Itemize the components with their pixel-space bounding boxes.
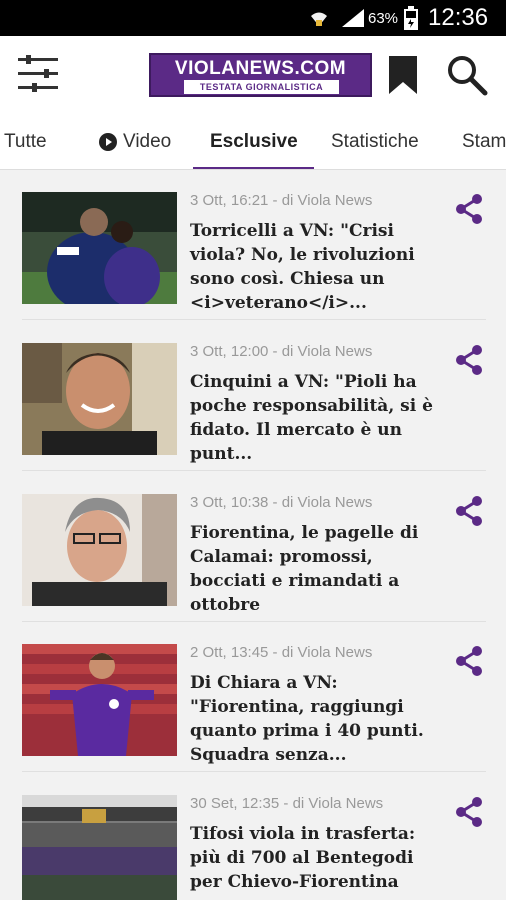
battery-icon bbox=[403, 0, 419, 36]
article-thumbnail[interactable] bbox=[22, 343, 177, 455]
logo-title: VIOLANEWS.COM bbox=[174, 58, 347, 79]
tab-label: Statistiche bbox=[331, 131, 419, 152]
share-icon[interactable] bbox=[452, 494, 486, 528]
logo-subtitle: TESTATA GIORNALISTICA bbox=[184, 80, 339, 94]
app-bar: VIOLANEWS.COM TESTATA GIORNALISTICA bbox=[0, 36, 506, 114]
violanews-logo[interactable]: VIOLANEWS.COM TESTATA GIORNALISTICA bbox=[149, 53, 372, 97]
article-title[interactable]: Torricelli a VN: "Crisi viola? No, le ri… bbox=[190, 219, 450, 315]
article-item[interactable]: 2 Ott, 13:45 - di Viola News Di Chiara a… bbox=[0, 622, 506, 772]
share-icon[interactable] bbox=[452, 795, 486, 829]
article-meta: 30 Set, 12:35 - di Viola News bbox=[190, 795, 384, 812]
tab-label: Stam bbox=[462, 131, 506, 152]
article-thumbnail[interactable] bbox=[22, 494, 177, 606]
share-icon[interactable] bbox=[452, 192, 486, 226]
article-meta: 3 Ott, 16:21 - di Viola News bbox=[190, 192, 373, 209]
share-icon[interactable] bbox=[452, 644, 486, 678]
menu-icon[interactable] bbox=[16, 54, 62, 94]
tab-tutte[interactable]: Tutte bbox=[4, 114, 47, 169]
battery-percent: 63% bbox=[368, 9, 399, 27]
article-item[interactable]: 3 Ott, 16:21 - di Viola News Torricelli … bbox=[0, 170, 506, 320]
tab-label: Video bbox=[123, 131, 172, 152]
article-meta: 2 Ott, 13:45 - di Viola News bbox=[190, 644, 373, 661]
article-title[interactable]: Fiorentina, le pagelle di Calamai: promo… bbox=[190, 521, 450, 617]
divider bbox=[22, 319, 486, 320]
play-icon bbox=[99, 133, 117, 151]
tab-esclusive[interactable]: Esclusive bbox=[210, 114, 298, 169]
article-thumbnail[interactable] bbox=[22, 795, 177, 900]
article-thumbnail[interactable] bbox=[22, 644, 177, 756]
article-item[interactable]: 3 Ott, 10:38 - di Viola News Fiorentina,… bbox=[0, 472, 506, 622]
signal-icon bbox=[340, 0, 366, 36]
article-title[interactable]: Tifosi viola in trasferta: più di 700 al… bbox=[190, 822, 450, 894]
article-item[interactable]: 30 Set, 12:35 - di Viola News Tifosi vio… bbox=[0, 773, 506, 900]
clock: 12:36 bbox=[428, 4, 489, 31]
search-icon[interactable] bbox=[446, 54, 488, 96]
status-bar: 63% 12:36 bbox=[0, 0, 506, 36]
tab-label: Esclusive bbox=[210, 131, 298, 152]
article-item[interactable]: 3 Ott, 12:00 - di Viola News Cinquini a … bbox=[0, 321, 506, 471]
wifi-icon bbox=[306, 0, 332, 36]
tab-stampa[interactable]: Stam bbox=[462, 114, 506, 169]
divider bbox=[22, 470, 486, 471]
article-meta: 3 Ott, 12:00 - di Viola News bbox=[190, 343, 373, 360]
divider bbox=[22, 771, 486, 772]
tab-label: Tutte bbox=[4, 131, 47, 152]
tab-statistiche[interactable]: Statistiche bbox=[331, 114, 419, 169]
article-title[interactable]: Cinquini a VN: "Pioli ha poche responsab… bbox=[190, 370, 450, 466]
article-list: 3 Ott, 16:21 - di Viola News Torricelli … bbox=[0, 170, 506, 900]
bookmark-icon[interactable] bbox=[386, 55, 420, 95]
category-tabs: Tutte Video Esclusive Statistiche Stam bbox=[0, 114, 506, 170]
tab-video[interactable]: Video bbox=[99, 114, 172, 169]
share-icon[interactable] bbox=[452, 343, 486, 377]
article-title[interactable]: Di Chiara a VN: "Fiorentina, raggiungi q… bbox=[190, 671, 450, 767]
article-meta: 3 Ott, 10:38 - di Viola News bbox=[190, 494, 373, 511]
article-thumbnail[interactable] bbox=[22, 192, 177, 304]
